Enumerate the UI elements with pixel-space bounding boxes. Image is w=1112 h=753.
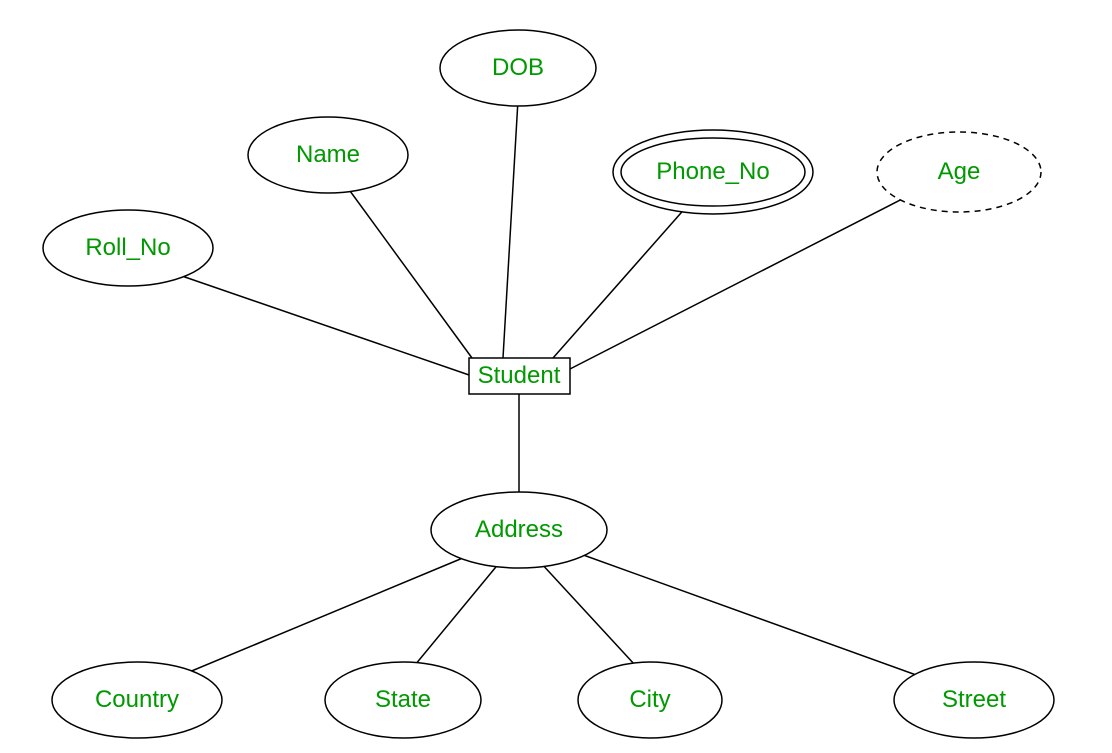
attribute-street-label: Street <box>942 686 1006 714</box>
entity-student-label: Student <box>478 362 561 390</box>
line-address-country <box>170 555 470 680</box>
attribute-dob-label: DOB <box>492 54 544 82</box>
line-address-state <box>415 562 500 665</box>
line-student-name <box>342 180 472 358</box>
line-student-phone <box>553 205 688 358</box>
attribute-phone-label: Phone_No <box>656 158 769 186</box>
attribute-state-label: State <box>375 686 431 714</box>
line-student-rollno <box>150 265 472 376</box>
attribute-age-label: Age <box>938 158 981 186</box>
line-address-city <box>540 562 635 665</box>
attribute-country-label: Country <box>95 686 179 714</box>
attribute-name-label: Name <box>296 141 360 169</box>
line-student-dob <box>503 100 518 358</box>
attribute-city-label: City <box>629 686 670 714</box>
attribute-rollno-label: Roll_No <box>85 234 170 262</box>
line-address-street <box>575 552 930 680</box>
attribute-address-label: Address <box>475 516 563 544</box>
